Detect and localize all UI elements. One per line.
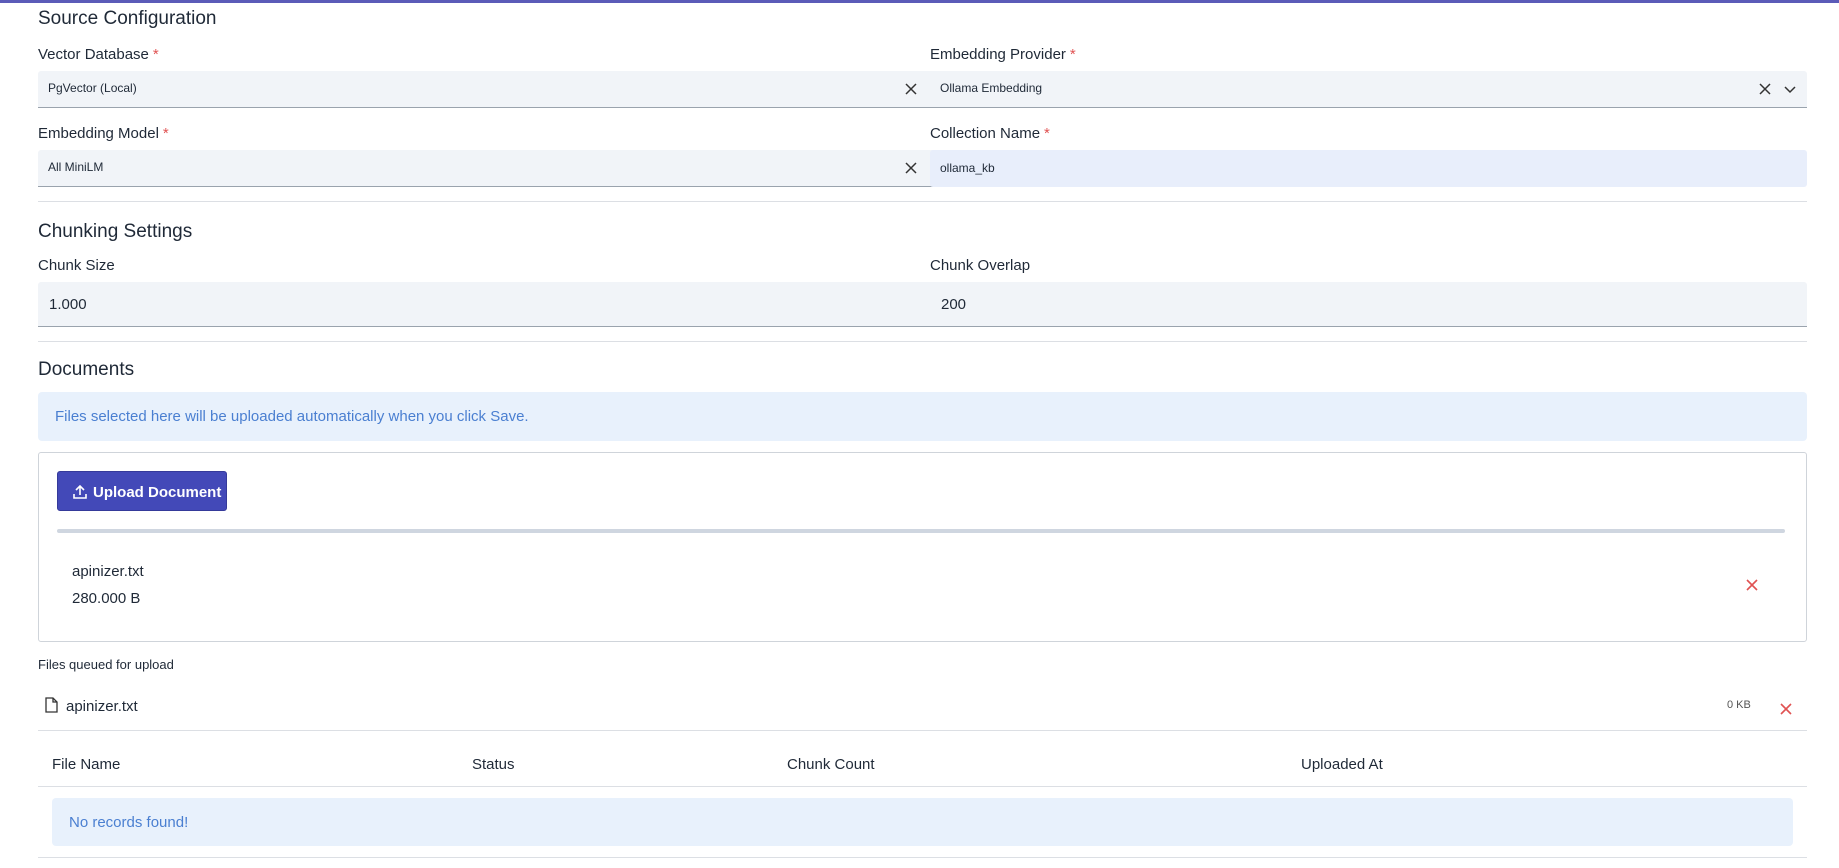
upload-progress-bar xyxy=(57,529,1785,533)
required-mark: * xyxy=(1069,46,1076,63)
empty-table-text: No records found! xyxy=(69,814,189,831)
upload-info-text: Files selected here will be uploaded aut… xyxy=(55,408,529,425)
table-top-divider xyxy=(38,730,1807,731)
embedding-model-value: All MiniLM xyxy=(48,160,104,174)
embedding-provider-label: Embedding Provider * xyxy=(930,46,1076,63)
embedding-model-label-text: Embedding Model xyxy=(38,125,159,142)
vector-db-label-text: Vector Database xyxy=(38,46,149,63)
selected-file-size: 280.000 B xyxy=(72,590,141,607)
queued-files-title: Files queued for upload xyxy=(38,657,174,672)
file-icon xyxy=(45,697,58,713)
remove-file-icon[interactable] xyxy=(1745,578,1759,592)
top-accent-bar xyxy=(0,0,1839,3)
chunk-size-input[interactable]: 1.000 xyxy=(38,282,953,327)
table-header-divider xyxy=(38,786,1807,787)
chunk-overlap-input[interactable]: 200 xyxy=(930,282,1807,327)
vector-db-value: PgVector (Local) xyxy=(48,81,137,95)
collection-name-label-text: Collection Name xyxy=(930,125,1041,142)
collection-name-input[interactable]: ollama_kb xyxy=(930,150,1807,187)
empty-table-message: No records found! xyxy=(52,798,1793,846)
queued-file-row: apinizer.txt 0 KB xyxy=(38,690,1807,730)
upload-document-button[interactable]: Upload Document xyxy=(57,471,227,511)
remove-queued-file-icon[interactable] xyxy=(1779,702,1793,716)
clear-icon[interactable] xyxy=(903,81,919,97)
queued-file-name: apinizer.txt xyxy=(66,698,138,715)
vector-db-select[interactable]: PgVector (Local) xyxy=(38,71,953,108)
collection-name-label: Collection Name * xyxy=(930,125,1050,142)
table-bottom-divider xyxy=(38,857,1807,858)
column-header-uploaded-at[interactable]: Uploaded At xyxy=(1301,756,1383,773)
chunk-overlap-value: 200 xyxy=(941,296,967,313)
column-header-status[interactable]: Status xyxy=(472,756,515,773)
embedding-provider-label-text: Embedding Provider xyxy=(930,46,1066,63)
source-config-title: Source Configuration xyxy=(38,8,217,29)
collection-name-value: ollama_kb xyxy=(940,161,995,175)
chunking-title: Chunking Settings xyxy=(38,221,193,242)
required-mark: * xyxy=(152,46,159,63)
vector-db-label: Vector Database * xyxy=(38,46,159,63)
embedding-model-label: Embedding Model * xyxy=(38,125,169,142)
embedding-model-select[interactable]: All MiniLM xyxy=(38,150,953,187)
required-mark: * xyxy=(162,125,169,142)
chunk-size-label: Chunk Size xyxy=(38,257,115,274)
column-header-chunk-count[interactable]: Chunk Count xyxy=(787,756,875,773)
chunk-overlap-label: Chunk Overlap xyxy=(930,257,1031,274)
embedding-provider-select[interactable]: Ollama Embedding xyxy=(930,71,1807,108)
chevron-down-icon[interactable] xyxy=(1783,82,1797,96)
required-mark: * xyxy=(1044,125,1050,142)
queued-file-size: 0 KB xyxy=(1727,699,1751,711)
embedding-provider-value: Ollama Embedding xyxy=(940,81,1043,95)
upload-icon xyxy=(73,484,87,499)
documents-title: Documents xyxy=(38,359,135,380)
upload-info-message: Files selected here will be uploaded aut… xyxy=(38,392,1807,441)
upload-panel: Upload Document apinizer.txt 280.000 B xyxy=(38,452,1807,642)
clear-icon[interactable] xyxy=(903,160,919,176)
section-divider xyxy=(38,201,1807,202)
selected-file-name: apinizer.txt xyxy=(72,563,144,580)
column-header-file-name[interactable]: File Name xyxy=(52,756,120,773)
upload-document-label: Upload Document xyxy=(93,484,222,501)
section-divider xyxy=(38,341,1807,342)
chunk-size-value: 1.000 xyxy=(49,296,87,313)
clear-icon[interactable] xyxy=(1757,81,1773,97)
